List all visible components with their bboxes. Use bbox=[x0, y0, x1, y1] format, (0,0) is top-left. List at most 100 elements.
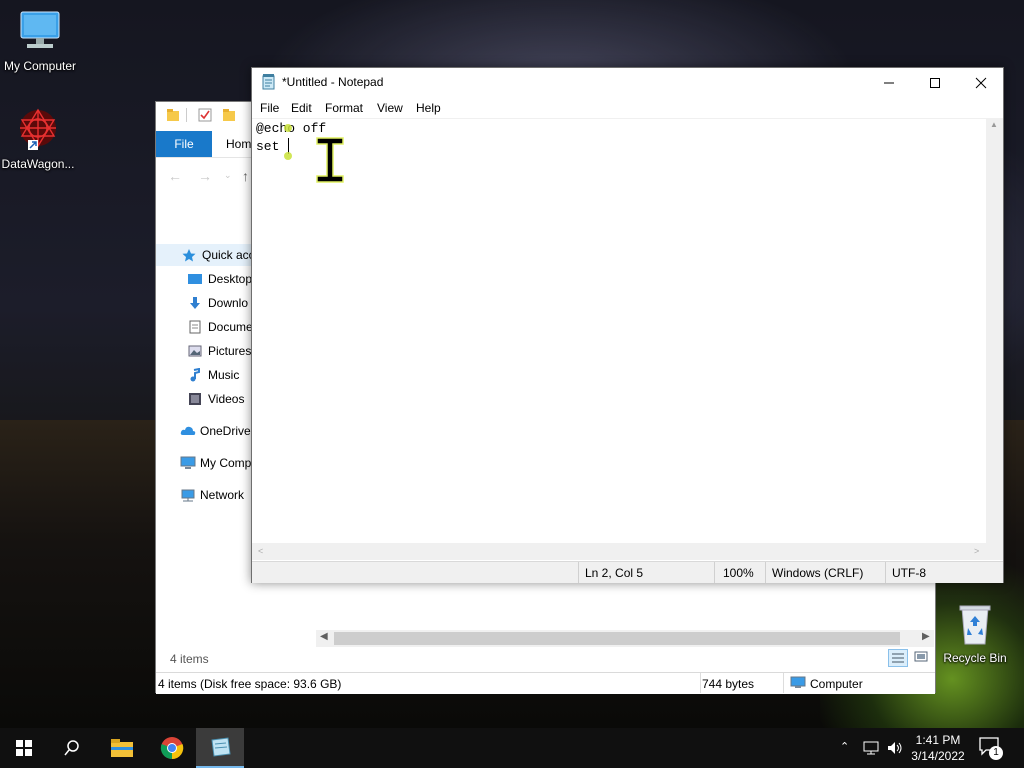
nav-pictures[interactable]: Pictures bbox=[188, 340, 254, 362]
show-hidden-icons-chevron-icon[interactable]: ⌃ bbox=[840, 740, 849, 753]
pictures-icon bbox=[188, 344, 202, 358]
explorer-horizontal-scrollbar[interactable]: ◀ ▶ bbox=[316, 630, 934, 647]
system-clock[interactable]: 1:41 PM 3/14/2022 bbox=[906, 732, 970, 764]
nav-item-label: Network bbox=[200, 488, 245, 502]
menu-help[interactable]: Help bbox=[416, 101, 441, 115]
nav-item-label: Docume bbox=[208, 320, 253, 334]
scroll-left-arrow-icon[interactable]: ◀ bbox=[320, 631, 328, 642]
video-icon bbox=[188, 392, 202, 406]
desktop-icon-label: My Computer bbox=[3, 59, 77, 73]
nav-onedrive[interactable]: OneDrive bbox=[180, 420, 254, 442]
minimize-button[interactable] bbox=[866, 68, 912, 97]
computer-icon bbox=[790, 676, 806, 692]
volume-icon[interactable] bbox=[886, 740, 904, 759]
notepad-icon bbox=[211, 737, 231, 757]
nav-item-label: Pictures bbox=[208, 344, 252, 358]
folder-icon[interactable] bbox=[166, 108, 180, 125]
start-button[interactable] bbox=[0, 728, 48, 768]
scroll-left-arrow-icon[interactable]: < bbox=[258, 546, 263, 556]
computer-icon bbox=[180, 456, 196, 470]
nav-my-computer[interactable]: My Comp bbox=[180, 452, 254, 474]
nav-item-label: My Comp bbox=[200, 456, 252, 470]
datawagon-icon bbox=[0, 106, 78, 155]
notification-count-badge: 1 bbox=[989, 746, 1003, 760]
text-editor-area[interactable]: @echo off set bbox=[252, 118, 986, 544]
notepad-window: *Untitled - Notepad File Edit Format Vie… bbox=[251, 67, 1004, 583]
tab-file[interactable]: File bbox=[156, 131, 212, 157]
star-icon bbox=[182, 248, 196, 262]
status-disk-info: 4 items (Disk free space: 93.6 GB) bbox=[158, 677, 342, 691]
menu-file[interactable]: File bbox=[260, 101, 279, 115]
vertical-scrollbar[interactable]: ▲ bbox=[986, 118, 1003, 543]
horizontal-scrollbar[interactable]: < > bbox=[252, 543, 986, 560]
desktop-icon-label: Recycle Bin bbox=[943, 651, 1007, 665]
windows-logo-icon bbox=[16, 740, 32, 756]
scrollbar-thumb[interactable] bbox=[334, 632, 900, 645]
status-encoding: UTF-8 bbox=[885, 562, 1005, 583]
details-view-icon[interactable] bbox=[888, 649, 908, 667]
minimize-icon bbox=[884, 82, 894, 83]
menu-view[interactable]: View bbox=[377, 101, 403, 115]
nav-network[interactable]: Network bbox=[180, 484, 254, 506]
properties-icon[interactable] bbox=[198, 108, 212, 125]
nav-item-label: OneDrive bbox=[200, 424, 251, 438]
item-count: 4 items bbox=[170, 652, 209, 666]
text-line: set bbox=[256, 139, 288, 154]
taskbar-file-explorer[interactable] bbox=[98, 728, 146, 768]
nav-item-label: Quick acc bbox=[202, 248, 254, 262]
clock-time: 1:41 PM bbox=[915, 733, 961, 747]
back-arrow-icon[interactable]: ← bbox=[168, 168, 182, 184]
new-folder-icon[interactable] bbox=[222, 108, 236, 125]
nav-item-label: Downlo bbox=[208, 296, 249, 310]
status-zoom: 100% bbox=[714, 562, 770, 583]
desktop-icon-recycle-bin[interactable]: Recycle Bin bbox=[935, 602, 1015, 665]
scroll-right-arrow-icon[interactable]: ▶ bbox=[922, 631, 930, 642]
menu-edit[interactable]: Edit bbox=[291, 101, 312, 115]
search-icon bbox=[64, 740, 79, 756]
notepad-app-icon bbox=[261, 74, 277, 93]
nav-item-label: Videos bbox=[208, 392, 245, 406]
scroll-right-arrow-icon[interactable]: > bbox=[974, 546, 979, 556]
clock-date: 3/14/2022 bbox=[911, 749, 965, 763]
nav-videos[interactable]: Videos bbox=[188, 388, 254, 410]
nav-desktop[interactable]: Desktop bbox=[188, 268, 254, 290]
maximize-button[interactable] bbox=[912, 68, 958, 97]
status-location: Computer bbox=[810, 677, 863, 691]
tab-home[interactable]: Hom bbox=[226, 137, 251, 151]
ibeam-cursor-icon bbox=[314, 136, 346, 187]
status-size: 744 bytes bbox=[702, 677, 755, 691]
search-button[interactable] bbox=[48, 728, 96, 768]
notepad-status-bar: Ln 2, Col 5 100% Windows (CRLF) UTF-8 bbox=[252, 561, 1003, 583]
taskbar-notepad[interactable] bbox=[196, 728, 244, 768]
separator bbox=[783, 673, 784, 693]
notepad-titlebar[interactable]: *Untitled - Notepad bbox=[252, 68, 1003, 97]
taskbar-chrome[interactable] bbox=[148, 728, 196, 768]
nav-quick-access[interactable]: Quick acc bbox=[156, 244, 254, 266]
separator bbox=[186, 108, 187, 122]
desktop-icon-my-computer[interactable]: My Computer bbox=[0, 10, 80, 73]
maximize-icon bbox=[930, 77, 940, 88]
close-button[interactable] bbox=[958, 68, 1004, 97]
nav-documents[interactable]: Docume bbox=[188, 316, 254, 338]
explorer-status-bar: 4 items (Disk free space: 93.6 GB) 744 b… bbox=[156, 672, 935, 694]
scrollbar-corner bbox=[986, 543, 1003, 560]
desktop-icon-label: DataWagon... bbox=[1, 157, 75, 171]
scroll-up-arrow-icon[interactable]: ▲ bbox=[990, 120, 998, 129]
desktop-icon-datawagon[interactable]: DataWagon... bbox=[0, 106, 78, 171]
document-icon bbox=[188, 320, 202, 334]
onedrive-icon bbox=[180, 424, 196, 438]
nav-downloads[interactable]: Downlo bbox=[188, 292, 254, 314]
large-icons-view-icon[interactable] bbox=[912, 649, 932, 667]
recycle-bin-icon bbox=[935, 602, 1015, 649]
forward-arrow-icon[interactable]: → bbox=[198, 168, 212, 184]
separator bbox=[700, 673, 701, 693]
menu-format[interactable]: Format bbox=[325, 101, 363, 115]
up-arrow-icon[interactable]: ↑ bbox=[242, 168, 249, 184]
nav-music[interactable]: Music bbox=[188, 364, 254, 386]
download-icon bbox=[188, 296, 202, 310]
taskbar: ⌃ 1:41 PM 3/14/2022 1 bbox=[0, 728, 1024, 768]
action-center-button[interactable]: 1 bbox=[978, 736, 1008, 762]
network-status-icon[interactable] bbox=[862, 740, 880, 759]
recent-locations-icon[interactable]: ⌄ bbox=[224, 170, 232, 181]
my-computer-icon bbox=[0, 10, 80, 57]
